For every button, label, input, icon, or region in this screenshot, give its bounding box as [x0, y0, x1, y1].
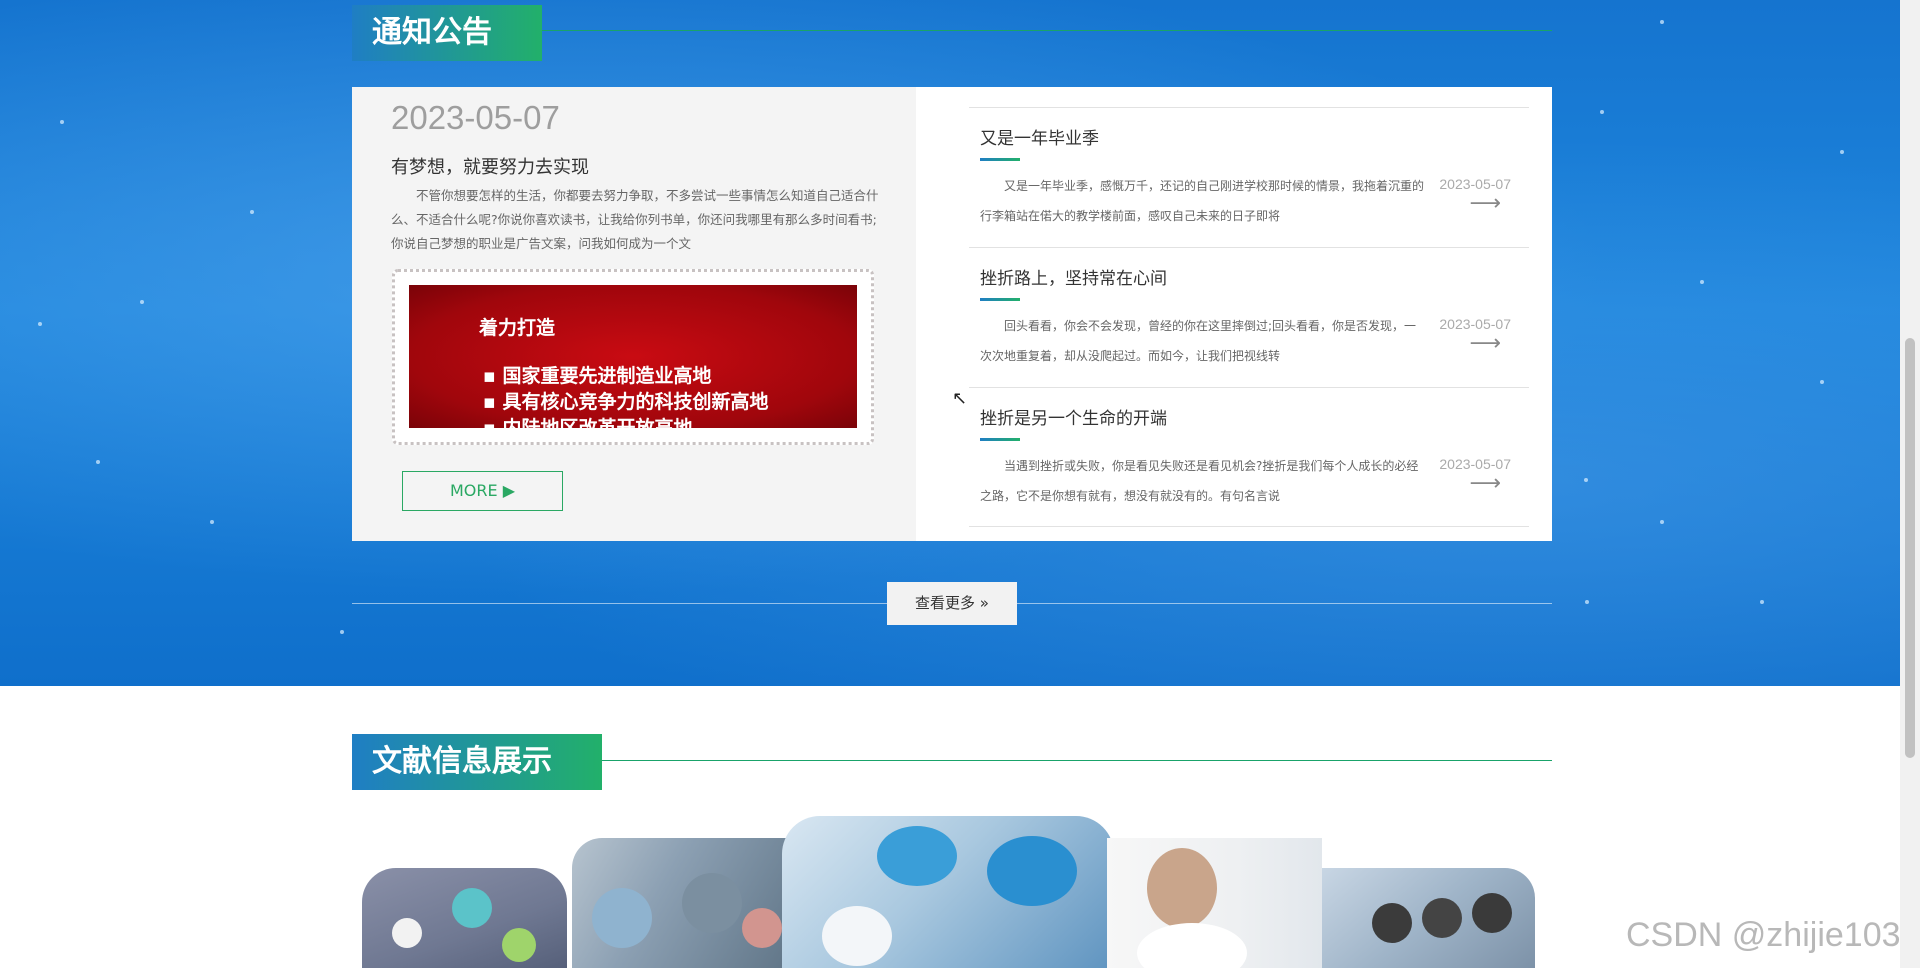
more-button[interactable]: MORE ▶: [402, 471, 563, 511]
featured-image: 着力打造 国家重要先进制造业高地 具有核心竞争力的科技创新高地 内陆地区改革开放…: [409, 285, 857, 428]
arrow-right-icon[interactable]: ⟶: [1469, 333, 1501, 355]
scrollbar-thumb[interactable]: [1905, 338, 1915, 758]
gallery-image-science-illustration[interactable]: [362, 868, 567, 968]
notice-panel: 2023-05-07 有梦想，就要努力去实现 不管你想要怎样的生活，你都要去努力…: [352, 87, 1552, 541]
notice-item-excerpt: 回头看看，你会不会发现，曾经的你在这里摔倒过;回头看看，你是否发现，一次次地重复…: [980, 319, 1417, 363]
gallery-image-scientist[interactable]: [1107, 838, 1322, 968]
mouse-cursor-icon: ↖: [952, 388, 968, 409]
notice-title-divider: [542, 30, 1552, 31]
arrow-right-icon[interactable]: ⟶: [1469, 193, 1501, 215]
image-bullet-list: 国家重要先进制造业高地 具有核心竞争力的科技创新高地 内陆地区改革开放高地: [483, 363, 769, 428]
notice-item-excerpt: 又是一年毕业季，感慨万千，还记的自己刚进学校那时候的情景，我拖着沉重的行李箱站在…: [980, 179, 1425, 223]
image-heading: 着力打造: [479, 317, 556, 339]
notice-item-date: 2023-05-07: [1439, 176, 1511, 192]
notice-item-date: 2023-05-07: [1439, 316, 1511, 332]
notice-item-date: 2023-05-07: [1439, 456, 1511, 472]
featured-notice: 2023-05-07 有梦想，就要努力去实现 不管你想要怎样的生活，你都要去努力…: [352, 87, 916, 541]
gallery-image-surgeons[interactable]: [572, 838, 792, 968]
title-underline-bar: [980, 158, 1020, 161]
notice-item-title[interactable]: 挫折是另一个生命的开端: [980, 404, 1167, 429]
arrow-right-icon[interactable]: ⟶: [1469, 473, 1501, 495]
gallery-image-lab-researchers[interactable]: [782, 816, 1114, 968]
watermark-text: CSDN @zhijie103: [1626, 916, 1901, 954]
title-underline-bar: [980, 438, 1020, 441]
notice-item-title[interactable]: 挫折路上，坚持常在心间: [980, 264, 1167, 289]
notice-section-title: 通知公告: [352, 5, 542, 61]
image-bullet: 内陆地区改革开放高地: [483, 415, 769, 428]
docs-gallery: [352, 816, 1552, 968]
notice-list-item[interactable]: 挫折是另一个生命的开端 当遇到挫折或失败，你是看见失败还是看见机会?挫折是我们每…: [969, 387, 1529, 527]
docs-title-divider: [602, 760, 1552, 761]
notice-item-excerpt: 当遇到挫折或失败，你是看见失败还是看见机会?挫折是我们每个人成长的必经之路，它不…: [980, 459, 1419, 503]
featured-excerpt: 不管你想要怎样的生活，你都要去努力争取，不多尝试一些事情怎么知道自己适合什么、不…: [391, 188, 879, 251]
docs-section-title: 文献信息展示: [352, 734, 602, 790]
gallery-image-team[interactable]: [1322, 868, 1535, 968]
featured-image-stamp[interactable]: 着力打造 国家重要先进制造业高地 具有核心竞争力的科技创新高地 内陆地区改革开放…: [392, 269, 874, 445]
see-more-button[interactable]: 查看更多 »: [887, 582, 1017, 625]
image-bullet: 具有核心竞争力的科技创新高地: [483, 389, 769, 415]
image-bullet: 国家重要先进制造业高地: [483, 363, 769, 389]
featured-date: 2023-05-07: [391, 99, 560, 136]
title-underline-bar: [980, 298, 1020, 301]
notice-list-item[interactable]: 挫折路上，坚持常在心间 回头看看，你会不会发现，曾经的你在这里摔倒过;回头看看，…: [969, 247, 1529, 387]
page-scrollbar[interactable]: [1900, 0, 1920, 968]
notice-item-title[interactable]: 又是一年毕业季: [980, 124, 1099, 149]
featured-title[interactable]: 有梦想，就要努力去实现: [391, 153, 589, 179]
notice-list-item[interactable]: 又是一年毕业季 又是一年毕业季，感慨万千，还记的自己刚进学校那时候的情景，我拖着…: [969, 107, 1529, 247]
